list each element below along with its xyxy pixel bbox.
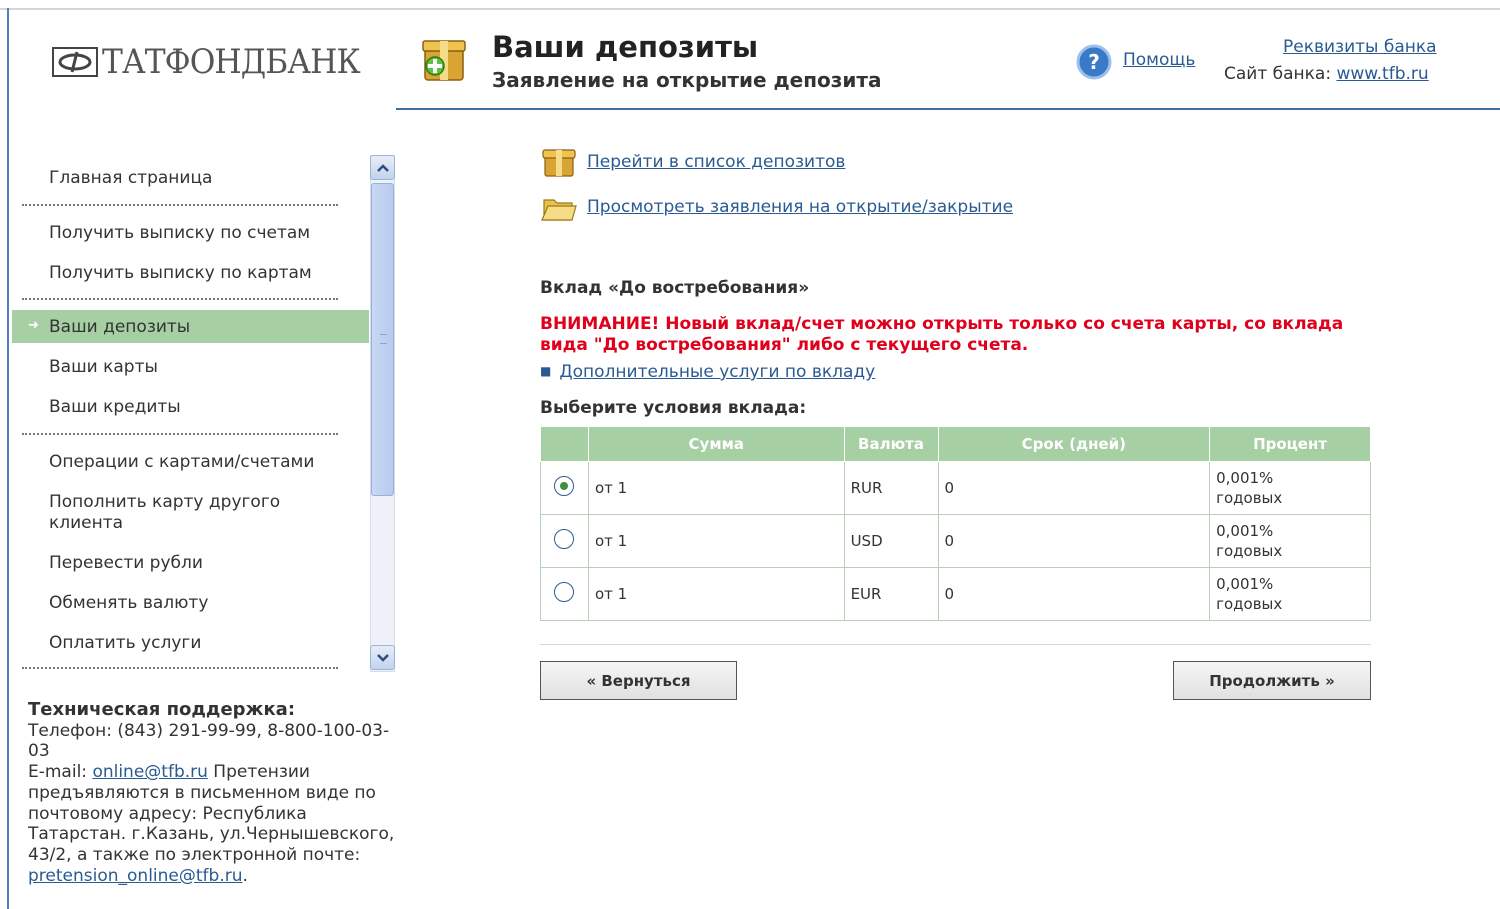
- page-title: Ваши депозиты: [492, 30, 759, 64]
- logo-text: ТАТФОНДБАНК: [102, 42, 361, 82]
- chevron-up-icon: [376, 163, 389, 172]
- percent-value: 0,001%: [1216, 575, 1274, 593]
- percent-value: 0,001%: [1216, 522, 1274, 540]
- term-cell: 0: [937, 567, 1211, 621]
- sidebar-item-credits[interactable]: Ваши кредиты: [49, 397, 181, 417]
- header-percent: Процент: [1209, 426, 1371, 462]
- header-divider: [396, 108, 1500, 110]
- conditions-label: Выберите условия вклада:: [540, 398, 807, 418]
- deposit-list-link[interactable]: Перейти в список депозитов: [587, 152, 845, 172]
- extra-services-link[interactable]: Дополнительные услуги по вкладу: [559, 362, 875, 382]
- support-phone: Телефон: (843) 291-99-99, 8-800-100-03-0…: [28, 720, 390, 762]
- support-email-link[interactable]: online@tfb.ru: [92, 762, 207, 782]
- main-divider: [540, 644, 1371, 645]
- percent-unit: годовых: [1216, 595, 1283, 613]
- left-border: [7, 8, 9, 909]
- sidebar-separator: [22, 667, 338, 669]
- applications-link[interactable]: Просмотреть заявления на открытие/закрыт…: [587, 197, 1013, 217]
- folder-icon: [541, 190, 577, 226]
- header-amount: Сумма: [587, 426, 845, 462]
- header-select: [540, 426, 589, 462]
- table-header-row: Сумма Валюта Срок (дней) Процент: [540, 426, 1371, 462]
- bank-logo[interactable]: ТАТФОНДБАНК: [52, 40, 382, 84]
- sidebar-item-home[interactable]: Главная страница: [49, 168, 212, 188]
- support-email-and-claims: E-mail: online@tfb.ru Претензии предъявл…: [28, 762, 400, 886]
- scrollbar-thumb[interactable]: [371, 183, 394, 496]
- sidebar-item-card-statement[interactable]: Получить выписку по картам: [49, 263, 312, 283]
- select-cell[interactable]: [540, 461, 589, 515]
- header-currency: Валюта: [843, 426, 939, 462]
- sidebar-separator: [22, 204, 338, 206]
- percent-cell: 0,001% годовых: [1209, 461, 1371, 515]
- table-row[interactable]: от 1 EUR 0 0,001% годовых: [540, 567, 1371, 621]
- percent-cell: 0,001% годовых: [1209, 514, 1371, 568]
- sidebar-separator: [22, 433, 338, 435]
- chevron-down-icon: [376, 653, 389, 662]
- table-row[interactable]: от 1 USD 0 0,001% годовых: [540, 514, 1371, 568]
- extra-services-line: ■ Дополнительные услуги по вкладу: [540, 362, 875, 382]
- scroll-down-button[interactable]: [370, 645, 395, 670]
- back-button[interactable]: « Вернуться: [540, 661, 737, 700]
- sidebar-item-account-statement[interactable]: Получить выписку по счетам: [49, 223, 310, 243]
- term-cell: 0: [937, 461, 1211, 515]
- svg-text:?: ?: [1088, 50, 1100, 74]
- sidebar-item-topup-other-card[interactable]: Пополнить карту другого клиента: [49, 492, 329, 534]
- scroll-up-button[interactable]: [370, 155, 395, 180]
- logo-mark-icon: [52, 47, 98, 77]
- top-border: [0, 8, 1500, 10]
- gift-box-icon: [541, 143, 577, 179]
- header-term: Срок (дней): [937, 426, 1211, 462]
- condition-radio-eur[interactable]: [554, 582, 575, 602]
- active-arrow-icon: ➜: [28, 318, 39, 333]
- sidebar-item-card-operations[interactable]: Операции с картами/счетами: [49, 452, 314, 472]
- deposit-title: Вклад «До востребования»: [540, 278, 810, 298]
- support-end: .: [242, 865, 248, 886]
- support-title: Техническая поддержка:: [28, 699, 296, 720]
- deposit-conditions-table: Сумма Валюта Срок (дней) Процент от 1 RU…: [540, 426, 1371, 621]
- condition-radio-usd[interactable]: [554, 529, 575, 549]
- claims-email-link[interactable]: pretension_online@tfb.ru: [28, 866, 242, 886]
- currency-cell: EUR: [843, 567, 939, 621]
- table-row[interactable]: от 1 RUR 0 0,001% годовых: [540, 461, 1371, 515]
- percent-value: 0,001%: [1216, 469, 1274, 487]
- percent-unit: годовых: [1216, 489, 1283, 507]
- bank-requisites-link[interactable]: Реквизиты банка: [1283, 37, 1437, 57]
- sidebar-item-pay-services[interactable]: Оплатить услуги: [49, 633, 201, 653]
- currency-cell: USD: [843, 514, 939, 568]
- amount-cell: от 1: [587, 461, 845, 515]
- bank-site-label: Сайт банка:: [1224, 64, 1337, 84]
- sidebar-item-transfer-rubles[interactable]: Перевести рубли: [49, 553, 203, 573]
- tech-support-block: Техническая поддержка: Телефон: (843) 29…: [28, 699, 400, 886]
- page-subtitle: Заявление на открытие депозита: [492, 68, 882, 92]
- select-cell[interactable]: [540, 567, 589, 621]
- help-link[interactable]: Помощь: [1123, 50, 1195, 70]
- scrollbar-grip: [380, 334, 387, 344]
- amount-cell: от 1: [587, 514, 845, 568]
- support-email-label: E-mail:: [28, 762, 93, 783]
- percent-unit: годовых: [1216, 542, 1283, 560]
- bank-site-line: Сайт банка: www.tfb.ru: [1224, 64, 1429, 84]
- sidebar-separator: [22, 298, 338, 300]
- gift-box-icon: [420, 32, 470, 84]
- bullet-icon: ■: [540, 364, 552, 378]
- currency-cell: RUR: [843, 461, 939, 515]
- condition-radio-rur[interactable]: [554, 476, 575, 496]
- sidebar-item-exchange-currency[interactable]: Обменять валюту: [49, 593, 208, 613]
- sidebar-item-cards[interactable]: Ваши карты: [49, 357, 158, 377]
- amount-cell: от 1: [587, 567, 845, 621]
- sidebar-item-deposits[interactable]: Ваши депозиты: [49, 317, 190, 337]
- percent-cell: 0,001% годовых: [1209, 567, 1371, 621]
- select-cell[interactable]: [540, 514, 589, 568]
- help-icon[interactable]: ?: [1076, 44, 1112, 80]
- continue-button[interactable]: Продолжить »: [1173, 661, 1371, 700]
- warning-message: ВНИМАНИЕ! Новый вклад/счет можно открыть…: [540, 314, 1344, 355]
- bank-site-link[interactable]: www.tfb.ru: [1336, 64, 1428, 84]
- term-cell: 0: [937, 514, 1211, 568]
